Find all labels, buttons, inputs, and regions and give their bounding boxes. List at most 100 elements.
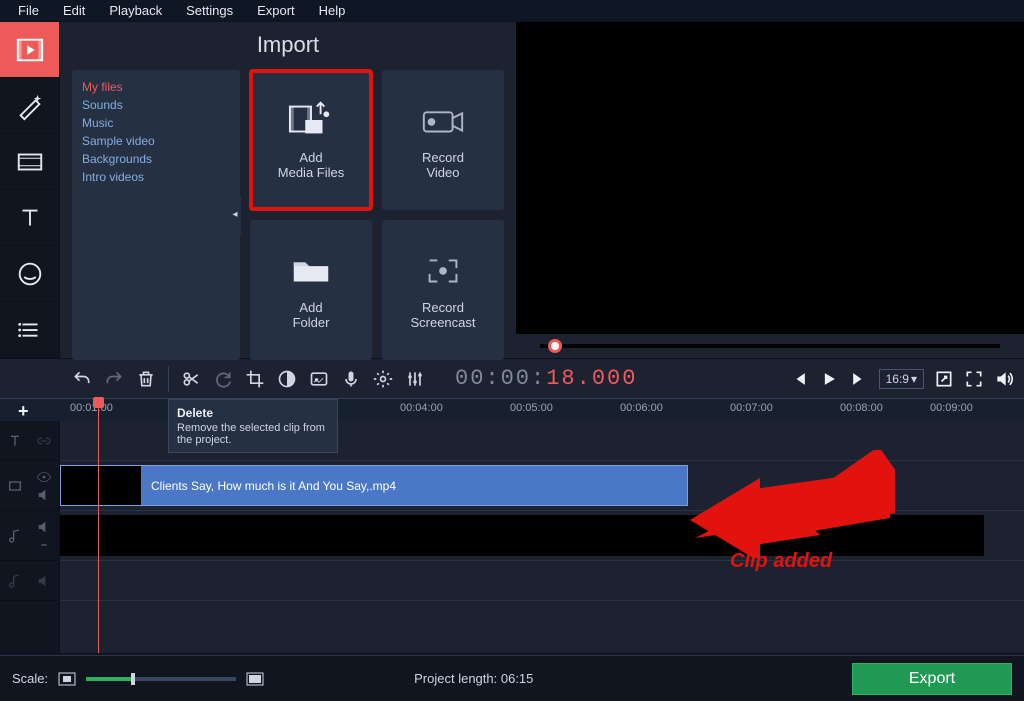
zoom-out-frame-icon[interactable] — [58, 672, 76, 686]
camera-icon — [420, 100, 466, 140]
add-media-files-card[interactable]: Add Media Files — [250, 70, 372, 210]
magic-wand-icon — [15, 91, 45, 121]
track-header-titles[interactable] — [0, 421, 59, 461]
scale-label: Scale: — [12, 671, 48, 686]
tool-titles[interactable] — [0, 190, 59, 246]
scale-slider-knob[interactable] — [131, 673, 135, 685]
cat-sounds[interactable]: Sounds — [82, 96, 230, 114]
eye-icon[interactable] — [36, 469, 52, 485]
cat-music[interactable]: Music — [82, 114, 230, 132]
rotate-icon[interactable] — [213, 369, 233, 389]
zoom-in-frame-icon[interactable] — [246, 672, 264, 686]
clip-name: Clients Say, How much is it And You Say,… — [151, 479, 396, 493]
preview-panel — [516, 22, 1024, 358]
ruler-tick: 00:01:00 — [70, 402, 113, 414]
play-icon[interactable] — [819, 369, 839, 389]
card-label: Screencast — [410, 315, 475, 330]
gear-icon[interactable] — [373, 369, 393, 389]
text-icon — [15, 203, 45, 233]
cat-sample-video[interactable]: Sample video — [82, 132, 230, 150]
lane-audio-2[interactable] — [60, 561, 1024, 601]
music-note-icon — [7, 573, 23, 589]
color-adjust-icon[interactable] — [277, 369, 297, 389]
track-header-audio-2[interactable] — [0, 561, 59, 601]
ruler-tick: 00:08:00 — [840, 402, 883, 414]
tooltip-title: Delete — [177, 406, 329, 420]
folder-icon — [288, 250, 334, 290]
add-folder-card[interactable]: Add Folder — [250, 220, 372, 360]
tool-more[interactable] — [0, 302, 59, 358]
ruler-tick: 00:04:00 — [400, 402, 443, 414]
volume-icon[interactable] — [36, 487, 52, 503]
equalizer-icon[interactable] — [405, 369, 425, 389]
delete-tooltip: Delete Remove the selected clip from the… — [168, 399, 338, 453]
text-icon — [7, 433, 23, 449]
undo-icon[interactable] — [72, 369, 92, 389]
ruler-tick: 00:05:00 — [510, 402, 553, 414]
list-icon — [15, 315, 45, 345]
fullscreen-icon[interactable] — [964, 369, 984, 389]
scale-slider[interactable] — [86, 677, 236, 681]
menu-edit[interactable]: Edit — [51, 1, 97, 20]
tool-transitions[interactable] — [0, 134, 59, 190]
export-button[interactable]: Export — [852, 663, 1012, 695]
cat-backgrounds[interactable]: Backgrounds — [82, 150, 230, 168]
menu-settings[interactable]: Settings — [174, 1, 245, 20]
prev-icon[interactable] — [789, 369, 809, 389]
volume-icon[interactable] — [36, 519, 52, 535]
menu-help[interactable]: Help — [307, 1, 358, 20]
clip-properties-icon[interactable] — [309, 369, 329, 389]
cat-intro-videos[interactable]: Intro videos — [82, 168, 230, 186]
record-screencast-card[interactable]: Record Screencast — [382, 220, 504, 360]
volume-icon[interactable] — [994, 369, 1014, 389]
record-audio-icon[interactable] — [341, 369, 361, 389]
link-icon[interactable] — [36, 537, 52, 553]
import-title: Import — [60, 22, 516, 62]
card-label: Folder — [293, 315, 330, 330]
filmstrip-icon — [15, 147, 45, 177]
menu-bar: File Edit Playback Settings Export Help — [0, 0, 1024, 22]
crop-icon[interactable] — [245, 369, 265, 389]
aspect-ratio-label: 16:9 — [886, 372, 909, 386]
timeline-ruler[interactable]: + 00:01:00 00:02:00 00:03:00 00:04:00 00… — [0, 399, 1024, 421]
aspect-ratio-selector[interactable]: 16:9▾ — [879, 369, 924, 389]
tool-stickers[interactable] — [0, 246, 59, 302]
preview-seekbar[interactable] — [540, 344, 1000, 348]
annotation-label: Clip added — [730, 550, 832, 573]
video-clip[interactable]: Clients Say, How much is it And You Say,… — [60, 465, 688, 506]
detach-icon[interactable] — [934, 369, 954, 389]
film-icon — [7, 478, 23, 494]
project-length: Project length: 06:15 — [414, 671, 533, 686]
next-icon[interactable] — [849, 369, 869, 389]
clip-thumbnail — [61, 466, 141, 505]
record-video-card[interactable]: Record Video — [382, 70, 504, 210]
redo-icon[interactable] — [104, 369, 124, 389]
card-label: Record — [422, 150, 464, 165]
tool-import[interactable] — [0, 22, 59, 78]
tool-magic[interactable] — [0, 78, 59, 134]
cat-my-files[interactable]: My files — [82, 78, 230, 96]
screencast-icon — [420, 250, 466, 290]
add-track-button[interactable]: + — [18, 401, 29, 422]
link-icon — [36, 433, 52, 449]
delete-icon[interactable] — [136, 369, 156, 389]
track-header-audio[interactable] — [0, 511, 59, 561]
preview-seek-handle[interactable] — [548, 339, 562, 353]
track-header-video[interactable] — [0, 461, 59, 511]
collapse-categories[interactable]: ◂ — [229, 195, 241, 235]
timecode-cold: 00:00: — [455, 366, 546, 391]
import-categories: My files Sounds Music Sample video Backg… — [72, 70, 240, 360]
menu-export[interactable]: Export — [245, 1, 307, 20]
playhead[interactable] — [98, 399, 99, 653]
sticker-icon — [15, 259, 45, 289]
split-icon[interactable] — [181, 369, 201, 389]
tool-column — [0, 22, 60, 358]
volume-icon[interactable] — [36, 573, 52, 589]
import-panel: Import My files Sounds Music Sample vide… — [60, 22, 516, 358]
card-label: Video — [426, 165, 459, 180]
card-label: Record — [422, 300, 464, 315]
menu-file[interactable]: File — [6, 1, 51, 20]
card-label: Add — [299, 150, 322, 165]
menu-playback[interactable]: Playback — [97, 1, 174, 20]
chevron-left-icon: ◂ — [232, 206, 237, 224]
